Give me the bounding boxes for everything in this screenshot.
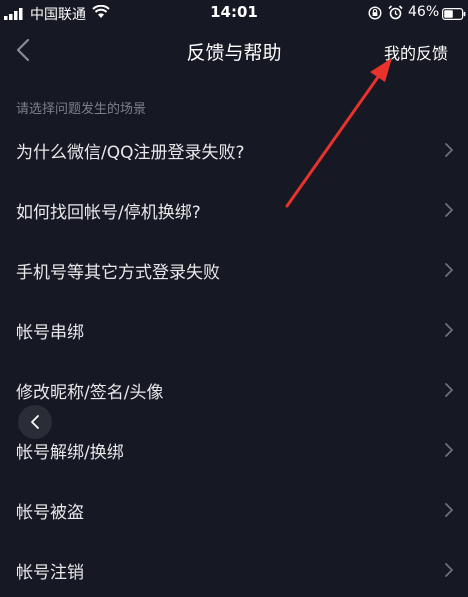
chevron-left-icon: [31, 415, 39, 429]
section-hint: 请选择问题发生的场景: [16, 102, 147, 117]
faq-item-label: 帐号解绑/换绑: [16, 443, 124, 463]
faq-item-label: 修改昵称/签名/头像: [16, 383, 164, 403]
chevron-right-icon: [445, 323, 453, 337]
faq-item-label: 为什么微信/QQ注册登录失败?: [16, 143, 245, 163]
feedback-help-screen: 中国联通 14:01 46% 反馈与帮助 我的反馈 请选择问题发生的场景 为什么…: [0, 0, 468, 597]
faq-item[interactable]: 帐号串绑: [0, 300, 468, 360]
floating-back-button[interactable]: [18, 405, 52, 439]
chevron-right-icon: [445, 563, 453, 577]
alarm-icon: [388, 5, 403, 20]
faq-item[interactable]: 如何找回帐号/停机换绑?: [0, 180, 468, 240]
faq-item-label: 手机号等其它方式登录失败: [16, 263, 220, 283]
faq-item[interactable]: 为什么微信/QQ注册登录失败?: [0, 120, 468, 180]
chevron-right-icon: [445, 263, 453, 277]
faq-item-label: 帐号串绑: [16, 323, 84, 343]
faq-list: 为什么微信/QQ注册登录失败? 如何找回帐号/停机换绑? 手机号等其它方式登录失…: [0, 120, 468, 597]
status-bar: 中国联通 14:01 46%: [0, 0, 468, 26]
faq-item-label: 帐号注销: [16, 563, 84, 583]
back-button[interactable]: [10, 36, 38, 64]
battery-percent: 46%: [408, 4, 440, 20]
navigation-bar: 反馈与帮助 我的反馈: [0, 26, 468, 74]
battery-icon: [442, 8, 466, 20]
chevron-right-icon: [445, 143, 453, 157]
faq-item[interactable]: 帐号注销: [0, 540, 468, 597]
faq-item[interactable]: 帐号解绑/换绑: [0, 420, 468, 480]
faq-item[interactable]: 修改昵称/签名/头像: [0, 360, 468, 420]
faq-item[interactable]: 帐号被盗: [0, 480, 468, 540]
chevron-right-icon: [445, 443, 453, 457]
chevron-right-icon: [445, 383, 453, 397]
my-feedback-button[interactable]: 我的反馈: [384, 40, 448, 64]
chevron-right-icon: [445, 503, 453, 517]
chevron-right-icon: [445, 203, 453, 217]
chevron-left-icon: [16, 38, 30, 62]
faq-item[interactable]: 手机号等其它方式登录失败: [0, 240, 468, 300]
faq-item-label: 如何找回帐号/停机换绑?: [16, 203, 201, 223]
faq-item-label: 帐号被盗: [16, 503, 84, 523]
orientation-lock-icon: [368, 6, 382, 20]
